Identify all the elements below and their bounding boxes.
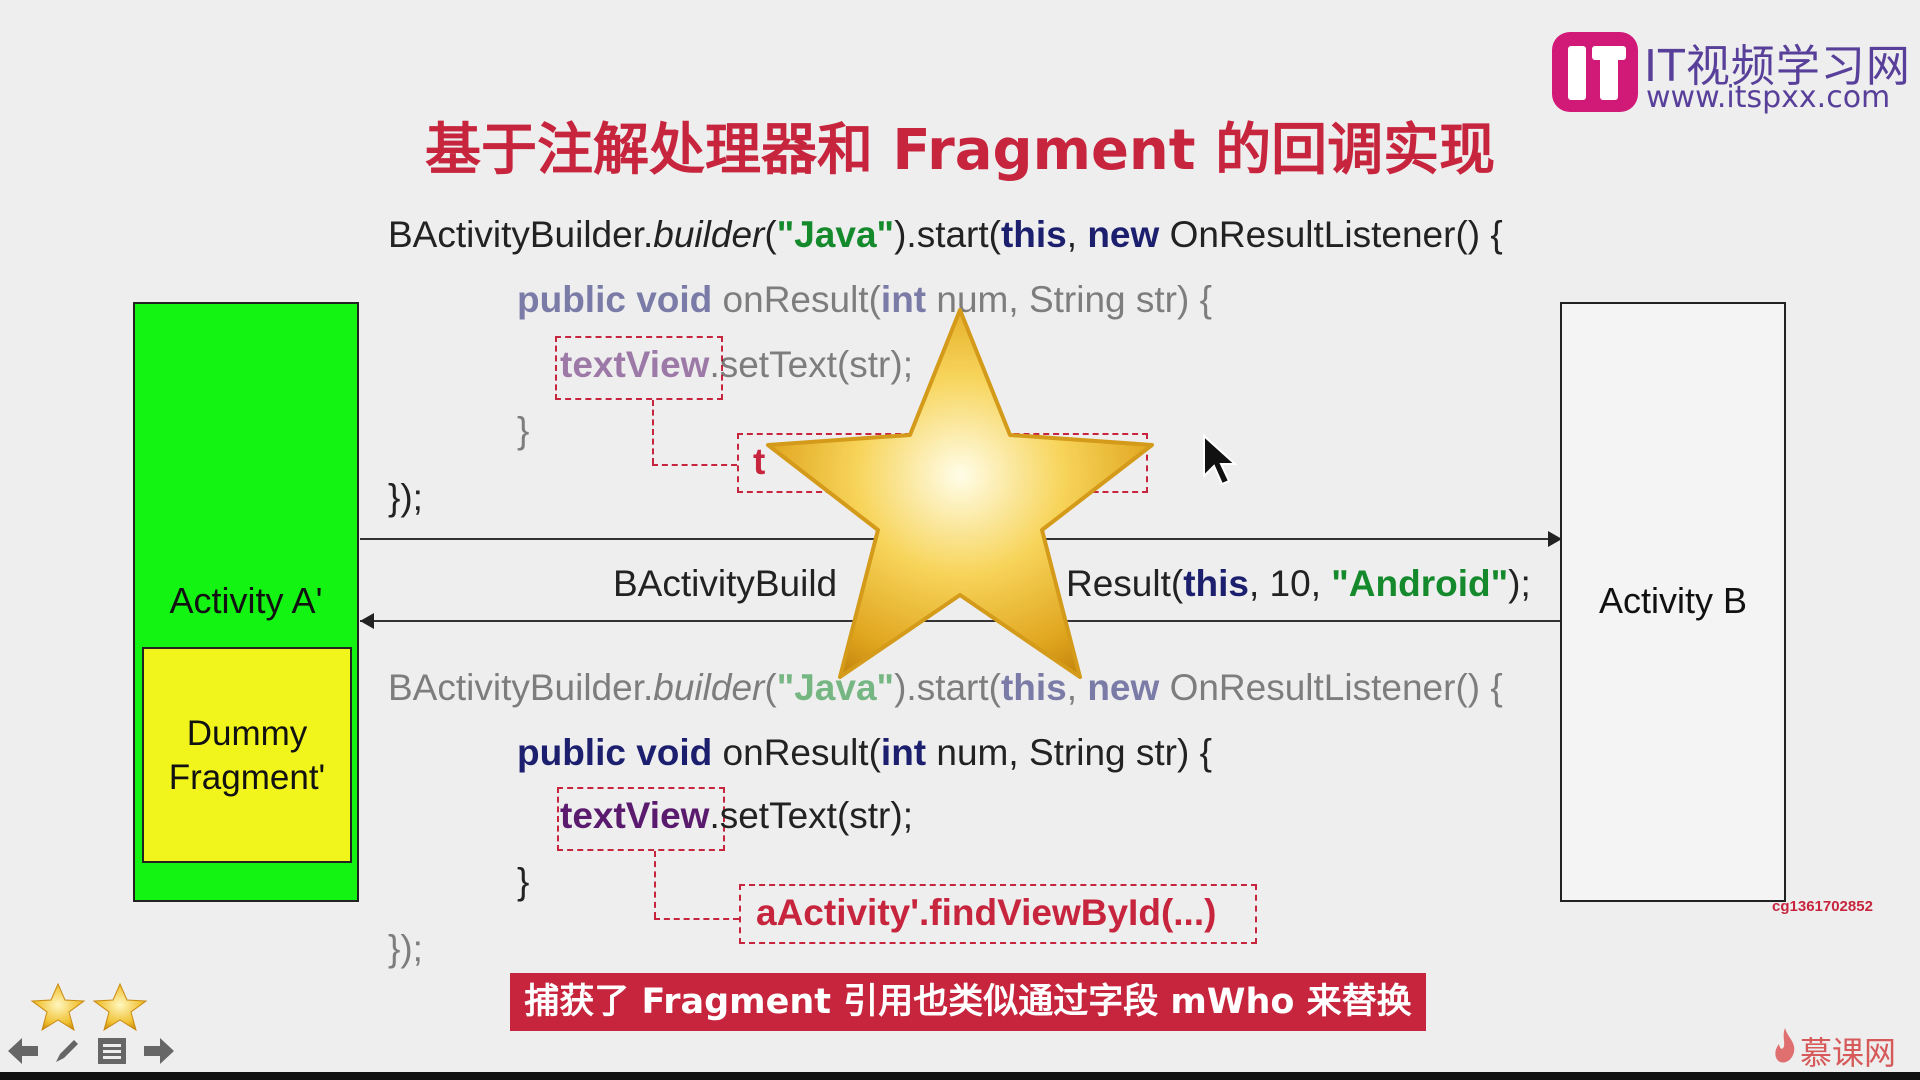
code-top-line-4: }: [517, 410, 530, 451]
bottom-strip: [0, 1072, 1920, 1080]
star-overlay-icon: [766, 308, 1154, 679]
connector-bottom-v: [654, 851, 656, 918]
arrow-right-head-icon: [1548, 531, 1562, 547]
code-bottom-line-5: });: [388, 928, 423, 969]
brand-bottom: 慕课网: [1800, 1034, 1897, 1072]
menu-icon[interactable]: [98, 1038, 126, 1064]
arrow-left-head-icon: [360, 613, 374, 629]
mouse-cursor-icon: [1203, 434, 1238, 486]
activity-a-label: Activity A': [169, 580, 323, 621]
dummy-fragment-label: Dummy Fragment': [168, 714, 326, 797]
slide-title: 基于注解处理器和 Fragment 的回调实现: [424, 118, 1496, 183]
code-bottom-line-4: }: [517, 861, 530, 902]
connector-top-h: [652, 464, 737, 466]
code-top-line-5: });: [388, 477, 423, 518]
logo-mark-icon: [1552, 32, 1638, 112]
code-top-line-1: BActivityBuilder.builder("Java").start(t…: [388, 214, 1503, 255]
caption-banner: 捕获了 Fragment 引用也类似通过字段 mWho 来替换: [510, 973, 1426, 1031]
rating-star-icon: [30, 982, 148, 1032]
watermark-id: cg1361702852: [1772, 898, 1873, 915]
pen-icon[interactable]: [52, 1036, 82, 1066]
activity-b-label: Activity B: [1598, 580, 1748, 621]
next-arrow-icon[interactable]: [144, 1038, 174, 1064]
code-bottom-line-2: public void onResult(int num, String str…: [517, 732, 1212, 773]
find-text-bottom: aActivity'.findViewById(...): [756, 892, 1217, 933]
prev-arrow-icon[interactable]: [8, 1038, 38, 1064]
connector-top-v: [652, 400, 654, 464]
flame-icon: [1775, 1028, 1795, 1063]
player-controls: [8, 1036, 178, 1066]
connector-bottom-h: [654, 918, 739, 920]
code-bottom-line-3: textView.setText(str);: [560, 795, 913, 836]
